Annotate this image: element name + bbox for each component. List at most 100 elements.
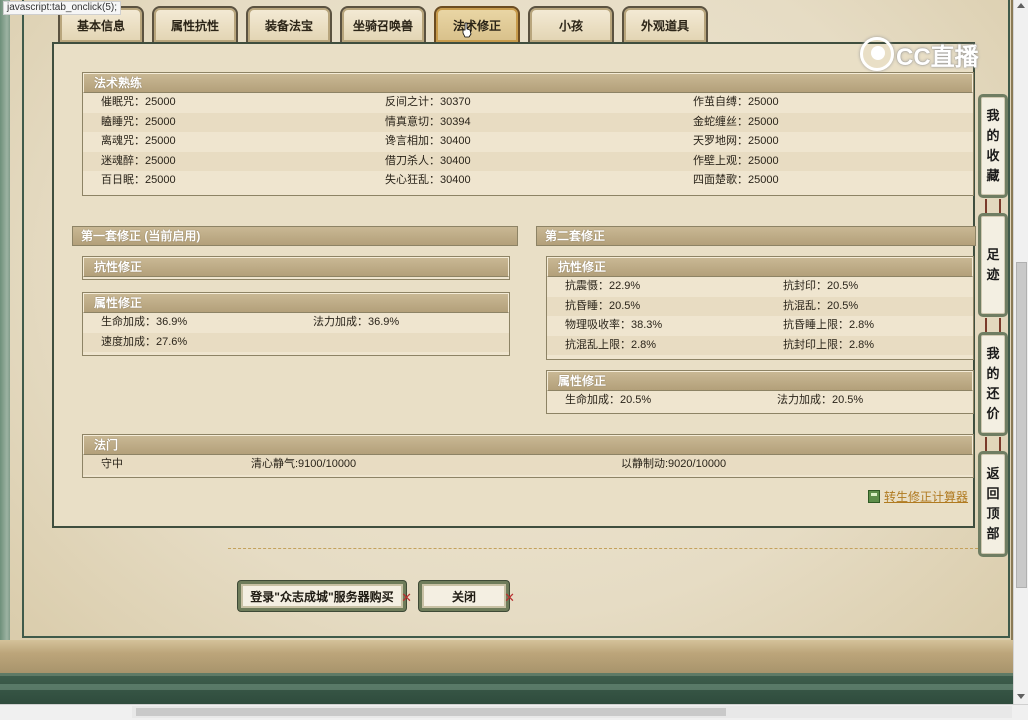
side-connector (985, 437, 1001, 451)
table-cell: 百日眠：25000 (101, 174, 176, 186)
table-row: 抗昏睡：20.5% 抗混乱：20.5% (547, 296, 973, 316)
set1-title: 第一套修正 (当前启用) (72, 226, 518, 246)
divider (228, 548, 978, 549)
side-tab-label: 我的收藏 (986, 108, 1000, 183)
horizontal-scrollbar[interactable] (132, 706, 1012, 718)
spell-rows: 催眠咒：25000 反间之计：30370 作茧自缚：25000 瞌睡咒：2500… (83, 93, 973, 191)
table-cell: 以静制动:9020/10000 (621, 458, 727, 470)
set2-resist-rows: 抗震慑：22.9% 抗封印：20.5% 抗昏睡：20.5% 抗混乱：20.5% … (547, 277, 973, 355)
scroll-up-arrow-icon[interactable] (1017, 3, 1025, 8)
hscroll-thumb[interactable] (136, 708, 726, 716)
table-row: 抗混乱上限：2.8% 抗封印上限：2.8% (547, 335, 973, 355)
tab-equipment[interactable]: 装备法宝 (246, 6, 332, 42)
calculator-icon (868, 490, 880, 503)
side-tab-favorites[interactable]: 我的收藏 (978, 94, 1008, 198)
side-tab-label: 返回顶部 (986, 466, 1000, 541)
table-cell: 抗昏睡：20.5% (565, 299, 641, 312)
table-cell: 情真意切：30394 (385, 115, 471, 128)
hand-cursor-icon (462, 22, 472, 38)
table-cell: 清心静气:9100/10000 (251, 458, 357, 470)
table-cell: 守中 (101, 458, 123, 470)
parchment-bottom-roll (0, 640, 1014, 676)
close-mark-icon: ✕ (504, 590, 515, 605)
table-row: 离魂咒：25000 谗言相加：30400 天罗地网：25000 (83, 132, 973, 152)
vertical-scrollbar[interactable] (1013, 0, 1028, 704)
side-tab-footprints[interactable]: 足迹 (978, 213, 1008, 317)
table-cell: 抗封印上限：2.8% (783, 338, 875, 351)
bottom-decor-bar (0, 676, 1028, 704)
scroll-thumb[interactable] (1016, 262, 1027, 588)
tab-attributes[interactable]: 属性抗性 (152, 6, 238, 42)
cc-live-logo: CC直播 (860, 36, 979, 72)
side-connector (985, 199, 1001, 213)
table-cell: 迷魂醉：25000 (101, 154, 176, 167)
side-tab-label: 我的还价 (986, 346, 1000, 421)
table-cell: 生命加成：20.5% (565, 394, 652, 406)
table-cell: 金蛇缠丝：25000 (693, 115, 779, 128)
rebirth-calc-link[interactable]: 转生修正计算器 (884, 488, 968, 505)
table-cell: 谗言相加：30400 (385, 135, 471, 147)
table-row: 守中 清心静气:9100/10000 以静制动:9020/10000 (83, 455, 973, 475)
table-cell: 失心狂乱：30400 (385, 174, 471, 186)
table-cell: 抗混乱上限：2.8% (565, 338, 657, 351)
table-cell: 作壁上观：25000 (693, 154, 779, 167)
table-row: 瞌睡咒：25000 情真意切：30394 金蛇缠丝：25000 (83, 112, 973, 132)
set1-attr-rows: 生命加成：36.9% 法力加成：36.9% 速度加成：27.6% (83, 313, 509, 352)
table-cell: 法力加成：36.9% (313, 316, 400, 328)
side-tab-back-to-top[interactable]: 返回顶部 (978, 451, 1008, 557)
scroll-down-arrow-icon[interactable] (1017, 694, 1025, 699)
calc-link-group[interactable]: 转生修正计算器 (868, 488, 968, 505)
close-label: 关闭 (451, 589, 476, 604)
login-buy-label: 登录"众志成城"服务器购买 (250, 589, 394, 604)
set2-attr-rows: 生命加成：20.5% 法力加成：20.5% (547, 391, 973, 411)
close-mark-icon: ✕ (401, 590, 412, 605)
table-cell: 离魂咒：25000 (101, 135, 176, 147)
table-cell: 速度加成：27.6% (101, 335, 188, 348)
tab-mounts-pets[interactable]: 坐骑召唤兽 (340, 6, 426, 42)
section-title: 法门 (83, 435, 973, 455)
side-connector (985, 318, 1001, 332)
section-title: 抗性修正 (83, 257, 509, 277)
table-cell: 作茧自缚：25000 (693, 96, 779, 108)
logo-text: CC直播 (896, 43, 979, 71)
set2-resist-section: 抗性修正 抗震慑：22.9% 抗封印：20.5% 抗昏睡：20.5% 抗混乱：2… (546, 256, 974, 360)
table-cell: 四面楚歌：25000 (693, 174, 779, 186)
table-cell: 瞌睡咒：25000 (101, 115, 176, 128)
table-cell: 抗昏睡上限：2.8% (783, 319, 875, 331)
table-cell: 抗封印：20.5% (783, 280, 859, 292)
tab-appearance[interactable]: 外观道具 (622, 6, 708, 42)
table-cell: 借刀杀人：30400 (385, 154, 471, 167)
set2-title: 第二套修正 (536, 226, 976, 246)
table-row: 速度加成：27.6% (83, 332, 509, 352)
table-row: 生命加成：36.9% 法力加成：36.9% (83, 313, 509, 333)
table-row: 物理吸收率：38.3% 抗昏睡上限：2.8% (547, 316, 973, 336)
login-buy-button[interactable]: 登录"众志成城"服务器购买 ✕ (238, 581, 412, 611)
section-title: 属性修正 (547, 371, 973, 391)
famen-section: 法门 守中 清心静气:9100/10000 以静制动:9020/10000 (82, 434, 974, 478)
set2-attr-section: 属性修正 生命加成：20.5% 法力加成：20.5% (546, 370, 974, 414)
table-row: 迷魂醉：25000 借刀杀人：30400 作壁上观：25000 (83, 151, 973, 171)
table-row: 催眠咒：25000 反间之计：30370 作茧自缚：25000 (83, 93, 973, 113)
tab-children[interactable]: 小孩 (528, 6, 614, 42)
section-title: 属性修正 (83, 293, 509, 313)
table-row: 百日眠：25000 失心狂乱：30400 四面楚歌：25000 (83, 171, 973, 191)
table-cell: 反间之计：30370 (385, 96, 471, 108)
table-cell: 催眠咒：25000 (101, 96, 176, 108)
tab-spell-correction[interactable]: 法术修正 (434, 6, 520, 42)
cc-bird-icon (860, 37, 894, 71)
set1-attr-section: 属性修正 生命加成：36.9% 法力加成：36.9% 速度加成：27.6% (82, 292, 510, 356)
table-cell: 抗混乱：20.5% (783, 299, 859, 312)
side-tab-label: 足迹 (986, 247, 1000, 282)
section-title: 法术熟练 (83, 73, 973, 93)
table-cell: 天罗地网：25000 (693, 135, 779, 147)
table-row: 生命加成：20.5% 法力加成：20.5% (547, 391, 973, 411)
table-cell: 法力加成：20.5% (777, 394, 864, 406)
tab-bar: 基本信息 属性抗性 装备法宝 坐骑召唤兽 法术修正 小孩 外观道具 (58, 6, 710, 44)
table-cell: 生命加成：36.9% (101, 316, 188, 328)
content-panel: 法术熟练 催眠咒：25000 反间之计：30370 作茧自缚：25000 瞌睡咒… (52, 42, 976, 528)
table-cell: 抗震慑：22.9% (565, 280, 641, 292)
side-tab-my-offers[interactable]: 我的还价 (978, 332, 1008, 436)
close-button[interactable]: 关闭 ✕ (419, 581, 515, 611)
table-row: 抗震慑：22.9% 抗封印：20.5% (547, 277, 973, 297)
spell-proficiency-section: 法术熟练 催眠咒：25000 反间之计：30370 作茧自缚：25000 瞌睡咒… (82, 72, 974, 196)
